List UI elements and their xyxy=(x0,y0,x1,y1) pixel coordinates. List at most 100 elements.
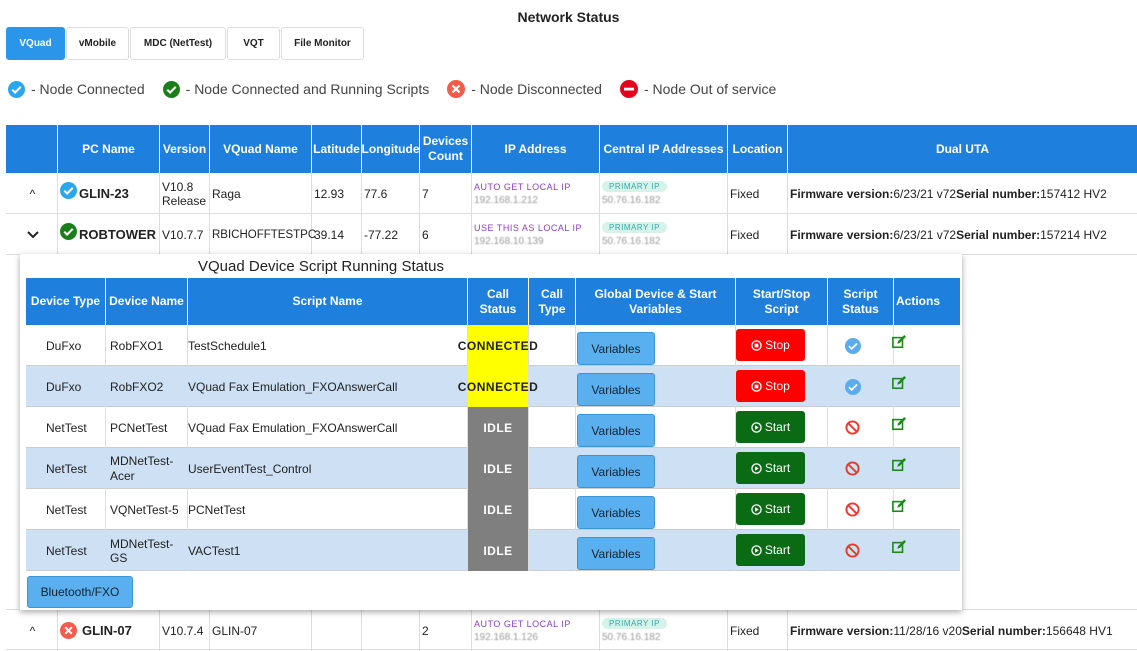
header-central-ip[interactable]: Central IP Addresses xyxy=(600,125,728,173)
not-allowed-icon xyxy=(845,420,860,435)
device-name-cell: MDNetTest-Acer xyxy=(106,448,188,489)
variables-button[interactable]: Variables xyxy=(577,332,655,365)
vquad-name-cell: GLIN-07 xyxy=(210,610,312,651)
x-orange-icon xyxy=(447,80,466,98)
legend-item-disconnected: - Node Disconnected xyxy=(447,80,602,98)
header-script-status[interactable]: Script Status xyxy=(828,278,894,325)
pc-name-cell: ROBTOWER xyxy=(58,214,160,255)
vquad-name-cell: Raga xyxy=(210,173,312,214)
variables-cell: Variables xyxy=(576,325,736,366)
table-row[interactable]: ROBTOWER V10.7.7 RBICHOFFTESTPC 39.14 -7… xyxy=(6,214,1137,255)
firmware-label: Firmware version: xyxy=(790,186,894,201)
legend-item-out-of-service: - Node Out of service xyxy=(619,80,776,98)
stop-circle-icon xyxy=(751,339,762,351)
header-call-type[interactable]: Call Type xyxy=(529,278,576,325)
variables-button[interactable]: Variables xyxy=(577,537,655,570)
header-expand xyxy=(6,125,58,173)
pc-name: GLIN-07 xyxy=(82,623,132,638)
play-circle-icon xyxy=(751,421,762,433)
device-type-cell: DuFxo xyxy=(26,325,106,366)
edit-icon[interactable] xyxy=(892,417,906,431)
ip-mode-label: USE THIS AS LOCAL IP xyxy=(474,222,583,233)
start-stop-cell: Stop xyxy=(736,366,828,407)
edit-icon[interactable] xyxy=(892,458,906,472)
variables-cell: Variables xyxy=(576,448,736,489)
table-row[interactable]: ^ GLIN-07 V10.7.4 GLIN-07 2 AUTO GET LOC… xyxy=(6,609,1137,651)
tab-vquad[interactable]: VQuad xyxy=(6,27,65,60)
start-stop-cell: Stop xyxy=(736,325,828,366)
script-row: NetTest MDNetTest-Acer UserEventTest_Con… xyxy=(26,448,960,489)
edit-icon[interactable] xyxy=(892,499,906,513)
start-button[interactable]: Start xyxy=(736,452,805,484)
central-ip-cell: PRIMARY IP 50.76.16.182 xyxy=(600,214,728,255)
collapse-chevron-icon[interactable]: ^ xyxy=(6,173,58,214)
tab-file-monitor[interactable]: File Monitor xyxy=(281,27,364,60)
header-version[interactable]: Version xyxy=(160,125,210,173)
bluetooth-fxo-button[interactable]: Bluetooth/FXO xyxy=(27,576,133,608)
edit-icon[interactable] xyxy=(892,335,906,349)
header-global-variables[interactable]: Global Device & Start Variables xyxy=(576,278,736,325)
tab-vqt[interactable]: VQT xyxy=(227,27,280,60)
header-latitude[interactable]: Latitude xyxy=(312,125,362,173)
expand-chevron-icon[interactable] xyxy=(6,214,58,255)
script-status-cell xyxy=(828,325,894,366)
firmware-value: 11/28/16 v20 xyxy=(893,623,962,638)
start-label: Start xyxy=(764,461,791,475)
serial-value: 157412 HV2 xyxy=(1040,186,1107,201)
header-device-type[interactable]: Device Type xyxy=(26,278,106,325)
actions-cell xyxy=(892,530,960,571)
pc-name-cell: GLIN-07 xyxy=(58,610,160,651)
primary-ip-badge: PRIMARY IP xyxy=(602,222,667,233)
table-row[interactable]: ^ GLIN-23 V10.8 Release Raga 12.93 77.6 … xyxy=(6,173,1137,214)
header-call-status[interactable]: Call Status xyxy=(468,278,529,325)
header-device-name[interactable]: Device Name xyxy=(106,278,188,325)
header-location[interactable]: Location xyxy=(728,125,788,173)
play-circle-icon xyxy=(751,462,762,474)
variables-button[interactable]: Variables xyxy=(577,496,655,529)
legend-label: - Node Connected xyxy=(31,81,145,97)
header-longitude[interactable]: Longitude xyxy=(362,125,420,173)
stop-button[interactable]: Stop xyxy=(736,329,805,361)
start-stop-cell: Start xyxy=(736,489,828,530)
start-button[interactable]: Start xyxy=(736,411,805,443)
header-devices-count[interactable]: Devices Count xyxy=(420,125,472,173)
edit-icon[interactable] xyxy=(892,376,906,390)
ip-value: 192.168.1.212 xyxy=(474,194,538,206)
header-pc-name[interactable]: PC Name xyxy=(58,125,160,173)
central-ip-value: 50.76.16.182 xyxy=(602,195,661,206)
tab-mdc-nettest[interactable]: MDC (NetTest) xyxy=(130,27,226,60)
header-start-stop[interactable]: Start/Stop Script xyxy=(736,278,828,325)
start-button[interactable]: Start xyxy=(736,534,805,566)
firmware-value: 6/23/21 v72 xyxy=(893,186,957,201)
central-ip-cell: PRIMARY IP 50.76.16.182 xyxy=(600,173,728,214)
actions-cell xyxy=(892,448,960,489)
devices-count-cell: 6 xyxy=(420,214,472,255)
variables-cell: Variables xyxy=(576,489,736,530)
script-name-cell: PCNetTest xyxy=(188,489,468,530)
header-vquad-name[interactable]: VQuad Name xyxy=(210,125,312,173)
call-type-cell xyxy=(529,366,576,407)
script-name-cell: VQuad Fax Emulation_FXOAnswerCall xyxy=(188,407,468,448)
collapse-chevron-icon[interactable]: ^ xyxy=(6,610,58,651)
start-button[interactable]: Start xyxy=(736,493,805,525)
central-ip-value: 50.76.16.182 xyxy=(602,236,661,247)
device-type-cell: NetTest xyxy=(26,530,106,571)
header-script-name[interactable]: Script Name xyxy=(188,278,468,325)
call-status-badge: IDLE xyxy=(468,407,529,448)
dual-uta-cell: Firmware version: 11/28/16 v20 Serial nu… xyxy=(788,610,1137,651)
x-orange-icon xyxy=(60,622,77,639)
edit-icon[interactable] xyxy=(892,540,906,554)
device-name-cell: PCNetTest xyxy=(106,407,188,448)
variables-button[interactable]: Variables xyxy=(577,373,655,406)
header-dual-uta[interactable]: Dual UTA xyxy=(788,125,1137,173)
latitude-cell: 39.14 xyxy=(312,214,362,255)
dual-uta-cell: Firmware version: 6/23/21 v72 Serial num… xyxy=(788,214,1137,255)
variables-button[interactable]: Variables xyxy=(577,414,655,447)
tab-vmobile[interactable]: vMobile xyxy=(66,27,129,60)
script-row: DuFxo RobFXO1 TestSchedule1 CONNECTED Va… xyxy=(26,325,960,366)
ip-value: 192.168.1.126 xyxy=(474,631,538,643)
stop-button[interactable]: Stop xyxy=(736,370,805,402)
script-row: NetTest PCNetTest VQuad Fax Emulation_FX… xyxy=(26,407,960,448)
variables-button[interactable]: Variables xyxy=(577,455,655,488)
header-ip-address[interactable]: IP Address xyxy=(472,125,600,173)
